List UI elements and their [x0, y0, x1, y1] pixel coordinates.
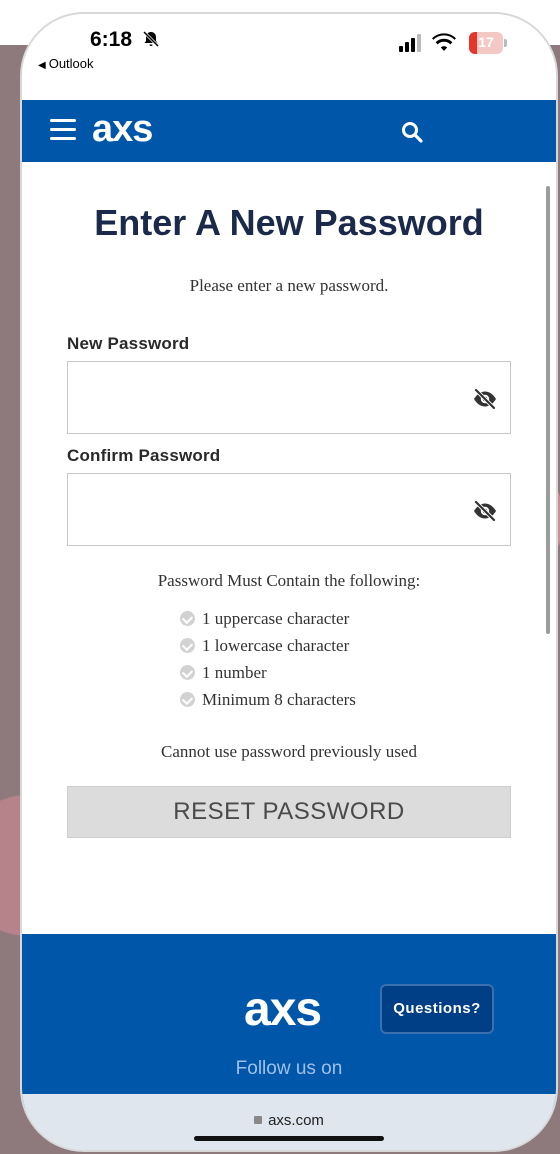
status-time: 6:18: [90, 28, 133, 51]
requirement-item: 1 uppercase character: [180, 605, 356, 632]
phone-screen: 6:18 ◀ Outlook 17 axs Enter A New Passwo…: [22, 14, 556, 1150]
footer-axs-logo[interactable]: axs: [244, 982, 322, 1037]
confirm-password-input[interactable]: [68, 474, 510, 545]
site-header: axs: [22, 100, 556, 162]
reset-password-button[interactable]: RESET PASSWORD: [67, 786, 511, 838]
requirements-list: 1 uppercase character 1 lowercase charac…: [180, 605, 356, 713]
confirm-password-label: Confirm Password: [67, 446, 221, 465]
url-display[interactable]: axs.com: [22, 1112, 556, 1129]
eye-slash-icon[interactable]: [472, 387, 496, 411]
status-bar: 6:18 ◀ Outlook 17: [22, 14, 556, 100]
battery-level: 17: [478, 34, 494, 50]
check-circle-icon: [180, 665, 195, 680]
back-to-app-link[interactable]: ◀ Outlook: [38, 56, 94, 71]
requirement-text: 1 uppercase character: [202, 608, 350, 628]
axs-logo[interactable]: axs: [92, 108, 153, 151]
follow-us-text: Follow us on: [235, 1058, 343, 1079]
check-circle-icon: [180, 611, 195, 626]
confirm-password-field[interactable]: [67, 473, 511, 546]
requirement-text: Minimum 8 characters: [202, 689, 356, 709]
reset-password-form: Enter A New Password Please enter a new …: [22, 162, 556, 934]
requirement-text: 1 number: [202, 662, 267, 682]
questions-button[interactable]: Questions?: [380, 984, 494, 1034]
site-footer: axs Questions? Follow us on: [22, 934, 556, 1108]
requirement-text: 1 lowercase character: [202, 635, 350, 655]
battery-icon: 17: [469, 32, 507, 54]
check-circle-icon: [180, 638, 195, 653]
eye-slash-icon[interactable]: [472, 499, 496, 523]
home-indicator[interactable]: [194, 1136, 384, 1141]
scrollbar[interactable]: [546, 186, 550, 634]
new-password-field[interactable]: [67, 361, 511, 434]
requirement-item: Minimum 8 characters: [180, 686, 356, 713]
password-reuse-note: Cannot use password previously used: [161, 742, 417, 761]
browser-url-bar[interactable]: axs.com: [22, 1094, 556, 1150]
wifi-icon: [432, 32, 456, 52]
check-circle-icon: [180, 692, 195, 707]
url-text: axs.com: [268, 1112, 324, 1129]
requirement-item: 1 lowercase character: [180, 632, 356, 659]
requirement-item: 1 number: [180, 659, 356, 686]
back-app-label: Outlook: [48, 56, 94, 71]
lock-icon: [254, 1116, 263, 1125]
page-title: Enter A New Password: [94, 202, 484, 243]
bell-slash-icon: [142, 30, 160, 53]
hamburger-menu-icon[interactable]: [50, 119, 76, 141]
requirements-title: Password Must Contain the following:: [157, 571, 421, 590]
cellular-signal-icon: [399, 34, 425, 52]
new-password-input[interactable]: [68, 362, 510, 433]
back-triangle-icon: ◀: [38, 60, 46, 71]
new-password-label: New Password: [67, 334, 190, 353]
page-subtitle: Please enter a new password.: [189, 276, 389, 295]
search-icon[interactable]: [400, 120, 424, 144]
